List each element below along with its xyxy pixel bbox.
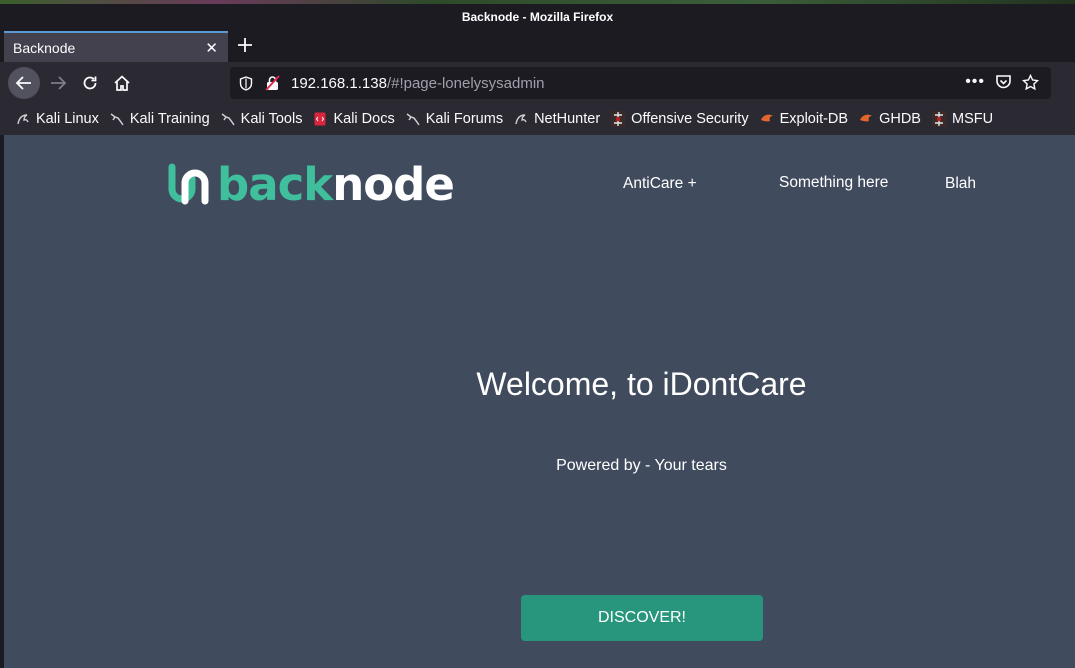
logo-part-back: back	[217, 157, 333, 211]
url-bar[interactable]: 192.168.1.138/#!page-lonelysysadmin •••	[230, 67, 1051, 99]
exploit-db-icon	[760, 112, 774, 126]
kali-dragon-icon	[221, 112, 235, 126]
bookmark-label: MSFU	[951, 111, 994, 127]
url-host: 192.168.1.138	[291, 74, 387, 92]
ghdb-icon	[859, 112, 873, 126]
page-content: backnode AntiCare + Something here Blah …	[4, 135, 1075, 668]
logo-wordmark: backnode	[217, 162, 455, 207]
bookmark-label: NetHunter	[534, 111, 601, 127]
pocket-icon[interactable]	[995, 74, 1012, 90]
window-title: Backnode - Mozilla Firefox	[461, 9, 614, 24]
kali-dragon-icon	[16, 112, 30, 126]
tab-backnode[interactable]: Backnode ✕	[4, 31, 228, 62]
bookmark-kali-tools[interactable]: Kali Tools	[221, 111, 303, 127]
arrow-right-icon	[51, 76, 67, 90]
hero-subline: Powered by - Your tears	[556, 457, 727, 474]
nethunter-icon	[514, 112, 528, 126]
bookmark-label: Offensive Security	[631, 111, 749, 127]
kali-dragon-icon	[110, 112, 124, 126]
insecure-lock-icon[interactable]	[260, 75, 284, 91]
forward-button[interactable]	[42, 67, 74, 99]
navigation-toolbar: 192.168.1.138/#!page-lonelysysadmin •••	[0, 62, 1075, 104]
bookmark-kali-linux[interactable]: Kali Linux	[16, 111, 99, 127]
home-icon	[114, 75, 130, 91]
bookmarks-toolbar: Kali Linux Kali Training Kali Tools Kali…	[0, 104, 1075, 134]
bookmark-offensive-security[interactable]: Offensive Security	[611, 111, 749, 127]
bookmark-label: Kali Linux	[36, 111, 99, 127]
arrow-left-icon	[15, 76, 31, 90]
back-button[interactable]	[8, 67, 40, 99]
backnode-logo-icon	[168, 163, 209, 205]
kali-docs-icon	[313, 112, 327, 126]
tab-label: Backnode	[13, 39, 76, 56]
offsec-icon	[931, 111, 946, 127]
hero-headline: Welcome, to iDontCare	[476, 366, 807, 402]
bookmark-label: Kali Docs	[333, 111, 395, 127]
browser-window: Backnode - Mozilla Firefox Backnode ✕ 19…	[0, 0, 1075, 668]
kali-dragon-icon	[406, 112, 420, 126]
bookmark-ghdb[interactable]: GHDB	[859, 111, 921, 127]
bookmark-nethunter[interactable]: NetHunter	[514, 111, 600, 127]
site-logo[interactable]: backnode	[167, 159, 467, 209]
bookmark-label: Kali Training	[129, 111, 210, 127]
bookmark-label: Kali Forums	[425, 111, 504, 127]
window-titlebar: Backnode - Mozilla Firefox	[0, 4, 1075, 29]
url-actions: •••	[965, 73, 1039, 91]
nav-blah[interactable]: Blah	[945, 175, 976, 193]
nav-something-here[interactable]: Something here	[779, 174, 888, 192]
url-path: /#!page-lonelysysadmin	[386, 74, 545, 92]
logo-part-node: node	[332, 157, 455, 211]
new-tab-button[interactable]	[234, 33, 256, 57]
bookmark-label: GHDB	[879, 111, 921, 127]
nav-anticare[interactable]: AntiCare +	[623, 175, 697, 193]
discover-button[interactable]: DISCOVER!	[521, 595, 763, 641]
bookmark-kali-training[interactable]: Kali Training	[110, 111, 210, 127]
bookmark-exploit-db[interactable]: Exploit-DB	[760, 111, 849, 127]
home-button[interactable]	[106, 67, 138, 99]
more-actions-icon[interactable]: •••	[965, 73, 985, 91]
bookmark-kali-docs[interactable]: Kali Docs	[313, 111, 395, 127]
close-tab-icon[interactable]: ✕	[205, 39, 218, 57]
bookmark-label: Kali Tools	[240, 111, 303, 127]
bookmark-kali-forums[interactable]: Kali Forums	[406, 111, 503, 127]
bookmark-star-icon[interactable]	[1022, 73, 1039, 91]
bookmark-msfu[interactable]: MSFU	[931, 111, 994, 127]
plus-icon	[238, 38, 252, 52]
bookmark-label: Exploit-DB	[779, 111, 849, 127]
shield-icon[interactable]	[232, 75, 260, 91]
reload-button[interactable]	[74, 67, 106, 99]
offsec-icon	[611, 111, 626, 127]
tab-strip: Backnode ✕	[0, 29, 1075, 62]
reload-icon	[83, 76, 97, 90]
